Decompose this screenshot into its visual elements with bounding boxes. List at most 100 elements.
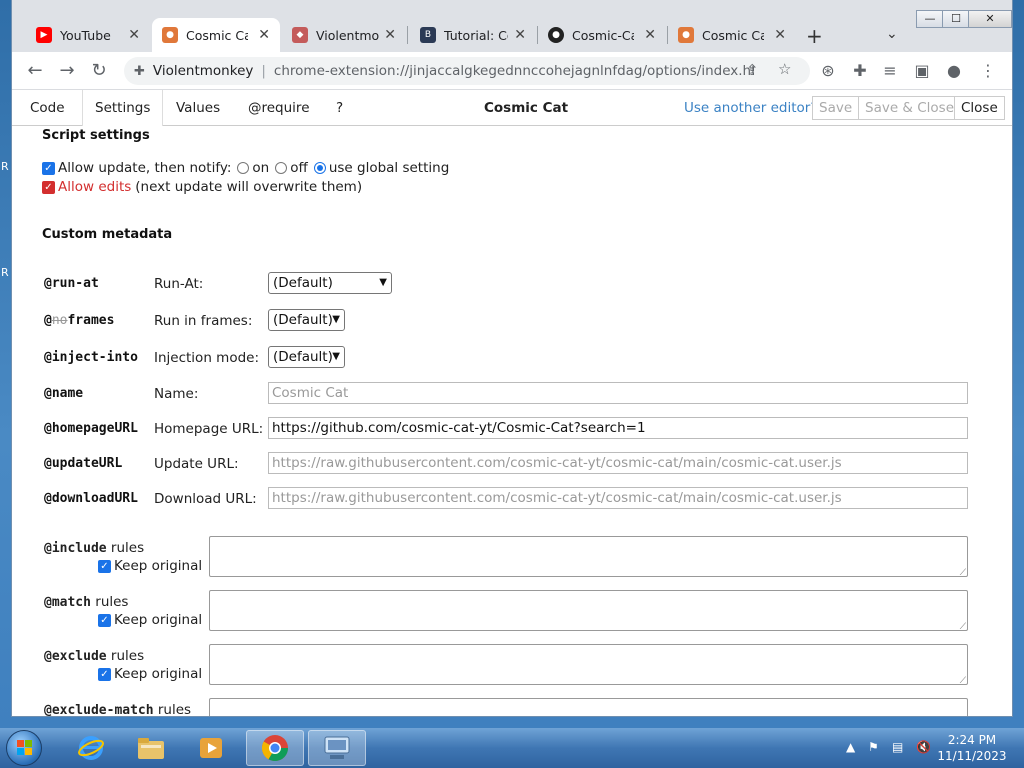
meta-key-name: @name <box>44 386 84 401</box>
keep-original-label: Keep original <box>114 612 203 628</box>
github-icon: ● <box>548 27 564 43</box>
meta-key-update-url: @updateURL <box>44 456 123 471</box>
chrome-icon[interactable] <box>246 730 304 766</box>
close-tab-icon[interactable]: ✕ <box>774 27 786 43</box>
allow-update-label: Allow update, then notify: <box>58 160 232 176</box>
allow-edits-note: (next update will overwrite them) <box>135 179 363 195</box>
close-tab-icon[interactable]: ✕ <box>258 27 270 43</box>
include-rules-textarea[interactable] <box>209 536 968 578</box>
close-tab-icon[interactable]: ✕ <box>644 27 656 43</box>
remote-desktop-icon[interactable] <box>308 730 366 766</box>
close-tab-icon[interactable]: ✕ <box>128 27 140 43</box>
allow-edits-label: Allow edits <box>58 179 132 195</box>
allow-edits-checkbox[interactable]: ✓ <box>42 180 55 194</box>
forward-arrow-icon[interactable]: → <box>56 60 78 81</box>
minimize-button[interactable]: — <box>916 10 944 28</box>
exclude-match-rules-textarea[interactable] <box>209 698 968 716</box>
radio-on[interactable] <box>237 162 250 174</box>
close-tab-icon[interactable]: ✕ <box>514 27 526 43</box>
bit-icon: B <box>420 27 436 43</box>
media-icon[interactable]: ≡ <box>880 61 900 80</box>
run-in-frames-select[interactable]: (Default) ▼ <box>268 309 345 331</box>
homepage-url-input[interactable]: https://github.com/cosmic-cat-yt/Cosmic-… <box>268 417 968 439</box>
run-in-frames-label: Run in frames: <box>154 313 253 329</box>
exclude-rules-textarea[interactable] <box>209 644 968 686</box>
allow-edits-row: ✓ Allow edits (next update will overwrit… <box>42 179 362 195</box>
name-input[interactable]: Cosmic Cat <box>268 382 968 404</box>
exclude-keep-original: ✓ Keep original <box>98 666 202 682</box>
download-url-input[interactable]: https://raw.githubusercontent.com/cosmic… <box>268 487 968 509</box>
run-at-label: Run-At: <box>154 276 204 292</box>
exclude-match-rules-label: @exclude-match rules <box>44 702 192 716</box>
exclude-keep-original-checkbox[interactable]: ✓ <box>98 667 111 681</box>
volume-muted-icon[interactable]: 🔇 <box>916 740 931 754</box>
update-url-input[interactable]: https://raw.githubusercontent.com/cosmic… <box>268 452 968 474</box>
allow-update-checkbox[interactable]: ✓ <box>42 161 55 175</box>
address-bar[interactable]: ✚ Violentmonkey | chrome-extension://jin… <box>124 57 810 85</box>
run-in-frames-value: (Default) <box>273 312 333 328</box>
network-icon[interactable]: ▤ <box>892 740 903 754</box>
match-rules-textarea[interactable] <box>209 590 968 632</box>
tab-violentmonkey[interactable]: ◆ Violentmonkey ✕ <box>282 18 406 52</box>
close-tab-icon[interactable]: ✕ <box>384 27 396 43</box>
clock-time: 2:24 PM <box>947 733 997 747</box>
close-button[interactable]: Close <box>954 96 1005 120</box>
meta-key-inject-into: @inject-into <box>44 350 138 365</box>
profile-icon[interactable]: ● <box>944 61 964 80</box>
bookmark-star-icon[interactable]: ☆ <box>778 60 791 78</box>
desktop-icon-label: R <box>1 266 9 279</box>
side-panel-icon[interactable]: ▣ <box>912 61 932 80</box>
file-explorer-icon[interactable] <box>122 730 180 766</box>
save-close-button[interactable]: Save & Close <box>858 96 962 120</box>
chevron-down-icon: ▼ <box>379 277 387 288</box>
tab-tutorial[interactable]: B Tutorial: Configuring ✕ <box>410 18 536 52</box>
new-tab-button[interactable]: + <box>806 24 823 48</box>
windows-logo-icon <box>17 740 33 756</box>
reload-icon[interactable]: ↻ <box>88 60 110 81</box>
extensions-icon[interactable]: ✚ <box>850 61 870 80</box>
show-hidden-icons-icon[interactable]: ▲ <box>846 740 855 754</box>
violentmonkey-extension-icon[interactable]: ⊛ <box>818 61 838 80</box>
tab-cosmic-cat[interactable]: ● Cosmic Cat ✕ <box>668 18 796 52</box>
tab-github[interactable]: ● Cosmic-Cat ✕ <box>538 18 666 52</box>
url-text: chrome-extension://jinjaccalgkegednnccoh… <box>273 63 754 79</box>
media-player-icon[interactable] <box>182 730 240 766</box>
radio-off[interactable] <box>275 162 288 174</box>
cosmic-cat-icon: ● <box>678 27 694 43</box>
internet-explorer-icon[interactable] <box>62 730 120 766</box>
site-name: Violentmonkey <box>152 63 254 79</box>
tab-values[interactable]: Values <box>164 90 232 126</box>
tab-settings[interactable]: Settings <box>82 90 164 126</box>
back-arrow-icon[interactable]: ← <box>24 60 46 81</box>
close-window-button[interactable]: ✕ <box>968 10 1012 28</box>
run-at-value: (Default) <box>273 275 333 291</box>
tab-youtube[interactable]: ▶ YouTube ✕ <box>26 18 150 52</box>
radio-global[interactable] <box>313 162 326 174</box>
puzzle-icon: ✚ <box>134 63 145 79</box>
match-keep-original-checkbox[interactable]: ✓ <box>98 613 111 627</box>
share-icon[interactable]: ⇪ <box>746 61 759 79</box>
homepage-url-label: Homepage URL: <box>154 421 264 437</box>
action-center-icon[interactable]: ⚑ <box>868 740 879 754</box>
include-keep-original-checkbox[interactable]: ✓ <box>98 559 111 573</box>
allow-update-row: ✓ Allow update, then notify: on off use … <box>42 160 449 176</box>
keep-original-label: Keep original <box>114 666 203 682</box>
tab-help[interactable]: ? <box>324 90 355 126</box>
tab-require[interactable]: @require <box>236 90 322 126</box>
chevron-down-icon: ▼ <box>332 351 340 362</box>
start-button[interactable] <box>6 730 42 766</box>
maximize-button[interactable]: ☐ <box>942 10 970 28</box>
tab-cosmic-cat-active[interactable]: ● Cosmic Cat ✕ <box>152 18 280 52</box>
injection-mode-select[interactable]: (Default) ▼ <box>268 346 345 368</box>
tab-title: Tutorial: Configuring <box>444 27 508 43</box>
tab-code[interactable]: Code <box>18 90 77 126</box>
injection-mode-label: Injection mode: <box>154 350 260 366</box>
meta-key-noframes: @noframes <box>44 313 115 328</box>
menu-kebab-icon[interactable]: ⋮ <box>978 61 998 80</box>
chevron-down-icon[interactable]: ⌄ <box>886 26 898 42</box>
run-at-select[interactable]: (Default) ▼ <box>268 272 392 294</box>
exclude-rules-label: @exclude rules <box>44 648 145 664</box>
save-button[interactable]: Save <box>812 96 860 120</box>
clock[interactable]: 2:24 PM 11/11/2023 <box>936 732 1008 764</box>
use-another-editor-link[interactable]: Use another editor? <box>684 90 818 126</box>
